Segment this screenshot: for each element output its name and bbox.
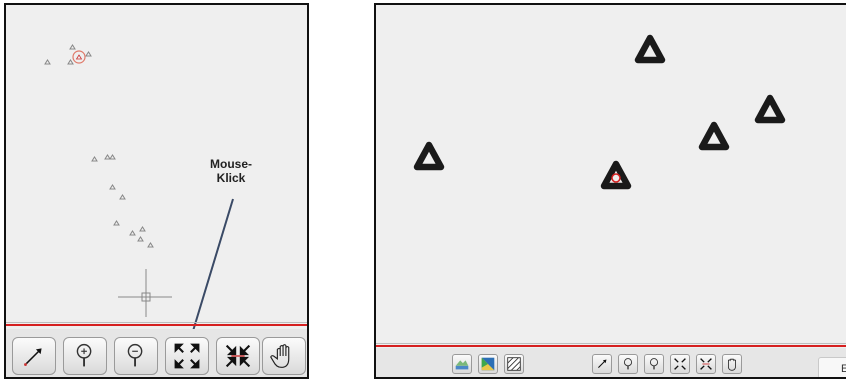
select-point-button[interactable]	[12, 337, 56, 375]
map-marker	[147, 242, 154, 248]
map-marker	[119, 194, 126, 200]
map-marker	[91, 156, 98, 162]
zoom-selection-button[interactable]	[216, 337, 260, 375]
collapse-arrows-icon	[225, 344, 251, 368]
arrow-point-icon	[598, 359, 607, 368]
zoom-selection-button[interactable]	[696, 354, 716, 374]
hand-icon	[727, 358, 737, 371]
selected-marker-ring	[72, 50, 86, 64]
zoom-in-button[interactable]	[618, 354, 638, 374]
hatch-icon	[507, 357, 521, 371]
map-marker	[104, 154, 111, 160]
detail-map-canvas[interactable]	[376, 5, 846, 379]
collapse-arrows-icon	[700, 358, 712, 370]
map-marker	[129, 230, 136, 236]
select-point-button[interactable]	[592, 354, 612, 374]
crosshair-cursor	[118, 269, 172, 317]
map-marker	[109, 184, 116, 190]
arrow-point-icon	[24, 348, 42, 366]
map-layer-button[interactable]	[478, 354, 498, 374]
e-button-label: E	[841, 363, 846, 375]
map-marker	[69, 44, 76, 50]
mouse-click-annotation: Mouse- Klick	[196, 157, 266, 185]
selected-marker	[75, 54, 83, 60]
selected-marker-ring	[611, 173, 621, 183]
terrain-layer-button[interactable]	[452, 354, 472, 374]
magnifier-minus-icon	[649, 358, 659, 370]
map-marker	[44, 59, 51, 65]
magnifier-minus-icon	[127, 343, 143, 367]
magnifier-plus-icon	[623, 358, 633, 370]
zoom-out-button[interactable]	[644, 354, 664, 374]
zoom-out-button[interactable]	[114, 337, 158, 375]
zoom-in-button[interactable]	[63, 337, 107, 375]
e-button[interactable]: E	[818, 357, 846, 377]
divider-line	[6, 324, 307, 326]
divider-line	[376, 345, 846, 347]
map-marker	[754, 94, 786, 124]
pan-button[interactable]	[262, 337, 306, 375]
expand-arrows-icon	[674, 358, 686, 370]
overview-map-panel[interactable]: Mouse- Klick	[4, 3, 309, 379]
expand-arrows-icon	[174, 343, 200, 369]
map-marker	[139, 226, 146, 232]
hatch-layer-button[interactable]	[504, 354, 524, 374]
magnifier-plus-icon	[76, 343, 92, 367]
map-toolbar: E	[376, 348, 846, 377]
zoom-extent-button[interactable]	[165, 337, 209, 375]
map-toolbar	[6, 329, 307, 377]
hand-icon	[270, 344, 290, 368]
map-marker	[137, 236, 144, 242]
map-marker	[413, 141, 445, 171]
annotation-label: Mouse- Klick	[210, 157, 252, 185]
detail-map-panel[interactable]: E	[374, 3, 846, 379]
map-marker	[67, 59, 74, 65]
map-marker	[698, 121, 730, 151]
map-marker	[85, 51, 92, 57]
map-marker	[113, 220, 120, 226]
zoom-extent-button[interactable]	[670, 354, 690, 374]
pan-button[interactable]	[722, 354, 742, 374]
divider-shadow	[6, 322, 307, 323]
map-icon	[481, 357, 495, 371]
terrain-icon	[455, 360, 469, 370]
divider-shadow	[376, 343, 846, 344]
map-marker	[634, 34, 666, 64]
map-marker	[109, 154, 116, 160]
